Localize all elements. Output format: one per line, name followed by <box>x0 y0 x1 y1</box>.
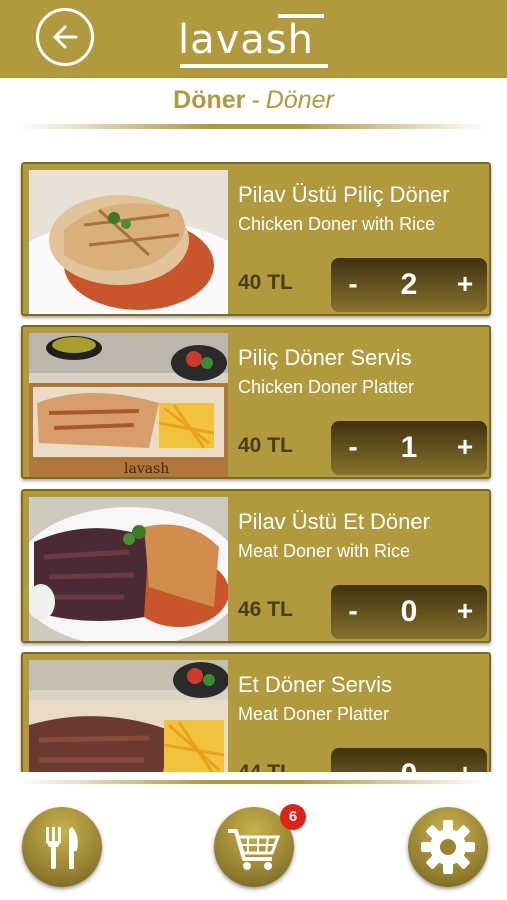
category-title-en: Döner <box>265 86 334 114</box>
quantity-stepper: - 2 + <box>331 258 487 312</box>
product-card: lavash Piliç Döner Servis Chicken Doner … <box>21 325 491 479</box>
increase-button[interactable]: + <box>443 258 487 312</box>
product-price: 40 TL <box>238 271 293 294</box>
logo-bottom-bar <box>180 64 328 68</box>
back-button[interactable] <box>36 8 94 66</box>
main-content: Döner - Döner Pilav Üstü Piliç Döner Chick… <box>0 78 507 780</box>
product-name-en: Chicken Doner with Rice <box>238 214 436 234</box>
app-header: lavash <box>0 0 507 78</box>
svg-text:lavash: lavash <box>124 461 169 477</box>
decrease-button[interactable]: - <box>331 258 375 312</box>
logo-text: lavash <box>178 17 314 63</box>
decrease-button[interactable]: - <box>331 421 375 475</box>
menu-button[interactable] <box>22 807 102 887</box>
product-price: 44 TL <box>238 761 293 772</box>
product-photo <box>29 170 228 314</box>
quantity-value: 0 <box>375 748 443 772</box>
cart-badge: 6 <box>280 804 306 830</box>
product-price: 46 TL <box>238 598 293 621</box>
quantity-value: 1 <box>400 431 418 464</box>
category-title: Döner - Döner <box>0 78 507 122</box>
increase-button[interactable]: + <box>443 748 487 772</box>
title-divider <box>20 124 487 129</box>
fork-knife-icon <box>46 827 78 869</box>
category-title-tr: Döner <box>173 86 246 114</box>
footer-divider <box>20 780 487 784</box>
app-logo: lavash <box>178 14 330 72</box>
quantity-value: 2 <box>400 268 418 301</box>
product-photo: lavash <box>29 333 228 477</box>
gear-icon <box>421 820 475 874</box>
product-photo <box>29 660 228 772</box>
quantity-stepper: - 0 + <box>331 748 487 772</box>
quantity-value: 0 <box>400 595 418 628</box>
product-name: Pilav Üstü Piliç Döner <box>238 182 450 207</box>
product-name-en: Meat Doner with Rice <box>238 541 411 561</box>
arrow-left-icon <box>53 25 78 49</box>
decrease-button[interactable]: - <box>331 748 375 772</box>
product-name-en: Meat Doner Platter <box>238 704 390 724</box>
logo-top-bar <box>278 14 324 18</box>
quantity-stepper: - 0 + <box>331 585 487 639</box>
category-separator: - <box>251 86 260 114</box>
quantity-stepper: - 1 + <box>331 421 487 475</box>
increase-button[interactable]: + <box>443 421 487 475</box>
product-card: Pilav Üstü Piliç Döner Chicken Doner wit… <box>21 162 491 316</box>
decrease-button[interactable]: - <box>331 585 375 639</box>
product-name: Pilav Üstü Et Döner <box>238 509 430 534</box>
product-name: Et Döner Servis <box>238 672 393 697</box>
product-photo <box>29 497 228 641</box>
bottom-nav: 6 <box>0 780 507 900</box>
settings-button[interactable] <box>408 807 488 887</box>
product-name: Piliç Döner Servis <box>238 345 412 370</box>
product-card: Et Döner Servis Meat Doner Platter 44 TL… <box>21 652 491 772</box>
product-list[interactable]: Pilav Üstü Piliç Döner Chicken Doner wit… <box>0 162 507 772</box>
product-card: Pilav Üstü Et Döner Meat Doner with Rice… <box>21 489 491 643</box>
product-name-en: Chicken Doner Platter <box>238 377 415 397</box>
product-price: 40 TL <box>238 434 293 457</box>
increase-button[interactable]: + <box>443 585 487 639</box>
